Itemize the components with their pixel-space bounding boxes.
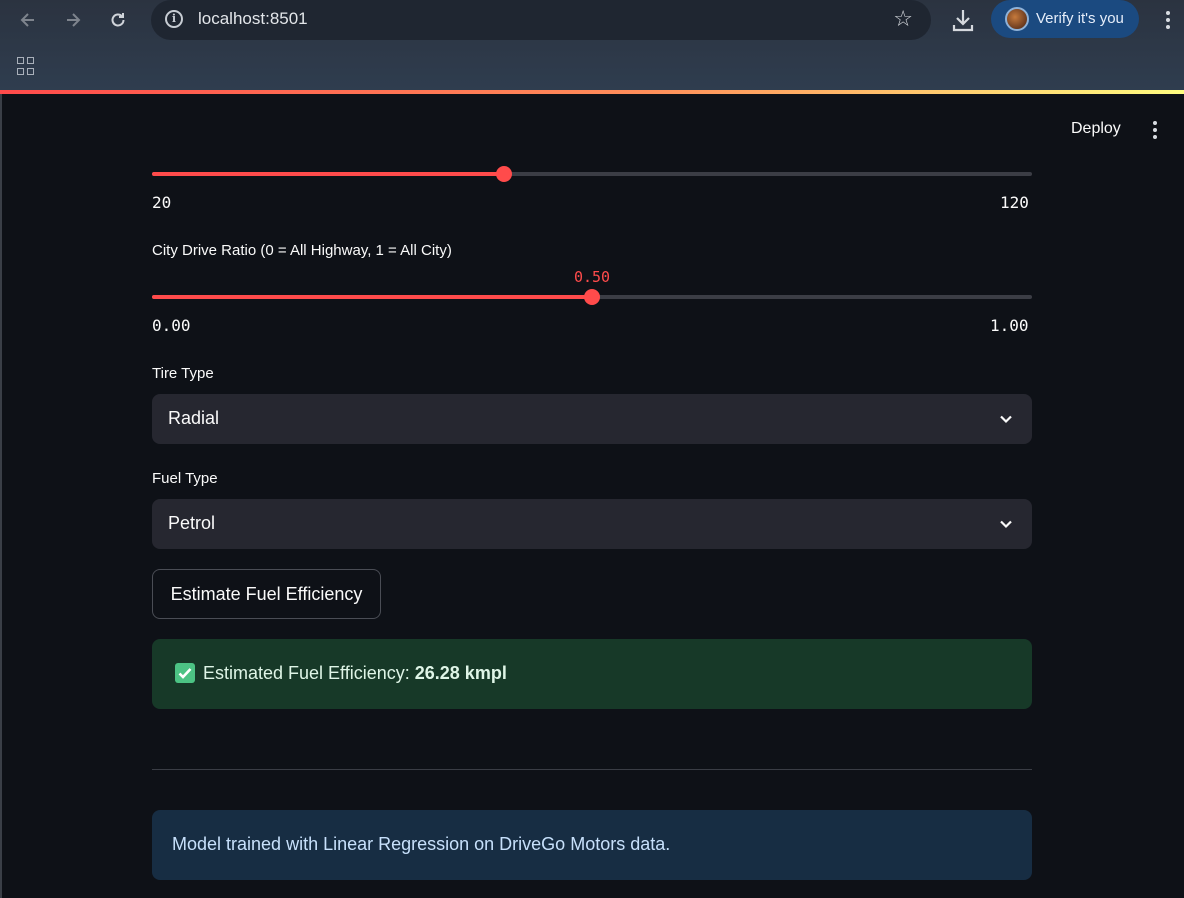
tire-type-value: Radial: [168, 408, 220, 428]
city-drive-ratio-label: City Drive Ratio (0 = All Highway, 1 = A…: [152, 242, 452, 259]
city-drive-ratio-thumb[interactable]: [584, 289, 600, 305]
check-icon: [175, 663, 195, 683]
app-header-decoration: [0, 90, 1184, 94]
result-value: 26.28 kmpl: [414, 663, 507, 683]
profile-label: Verify it's you: [1036, 10, 1124, 27]
url-text[interactable]: localhost:8501: [198, 9, 308, 29]
slider-1-thumb[interactable]: [496, 166, 512, 182]
slider-2-max: 1.00: [990, 316, 1029, 335]
fuel-type-label: Fuel Type: [152, 470, 218, 487]
avatar: [1005, 7, 1029, 31]
tire-type-select[interactable]: Radial: [152, 394, 1032, 444]
forward-icon[interactable]: [59, 6, 87, 34]
reload-icon[interactable]: [104, 6, 132, 34]
star-icon[interactable]: ☆: [893, 6, 913, 32]
deploy-button[interactable]: Deploy: [1071, 120, 1121, 138]
apps-icon[interactable]: [17, 57, 35, 75]
info-alert: Model trained with Linear Regression on …: [152, 810, 1032, 880]
kebab-icon[interactable]: [1158, 9, 1178, 31]
fuel-type-select[interactable]: Petrol: [152, 499, 1032, 549]
city-drive-ratio-value: 0.50: [573, 268, 611, 286]
result-text: Estimated Fuel Efficiency: 26.28 kmpl: [203, 663, 507, 684]
city-drive-ratio-slider[interactable]: [152, 289, 1032, 305]
estimate-button[interactable]: Estimate Fuel Efficiency: [152, 569, 381, 619]
profile-button[interactable]: Verify it's you: [991, 0, 1139, 38]
result-prefix: Estimated Fuel Efficiency:: [203, 663, 415, 683]
slider-1-max: 120: [1000, 193, 1029, 212]
download-icon[interactable]: [950, 6, 976, 34]
success-alert: Estimated Fuel Efficiency: 26.28 kmpl: [152, 639, 1032, 709]
slider-2-min: 0.00: [152, 316, 191, 335]
slider-2-fill: [152, 295, 592, 299]
info-icon[interactable]: i: [165, 10, 183, 28]
divider: [152, 769, 1032, 770]
info-text: Model trained with Linear Regression on …: [172, 834, 671, 854]
back-icon[interactable]: [14, 6, 42, 34]
slider-1-fill: [152, 172, 504, 176]
fuel-type-value: Petrol: [168, 513, 216, 533]
chevron-down-icon: [1000, 415, 1012, 424]
window-edge: [0, 94, 2, 898]
main-menu-icon[interactable]: [1147, 119, 1163, 141]
slider-1-track[interactable]: [152, 166, 1032, 182]
chevron-down-icon: [1000, 520, 1012, 529]
address-bar[interactable]: i localhost:8501 ☆: [151, 0, 931, 40]
tire-type-label: Tire Type: [152, 365, 214, 382]
slider-1-min: 20: [152, 193, 172, 212]
